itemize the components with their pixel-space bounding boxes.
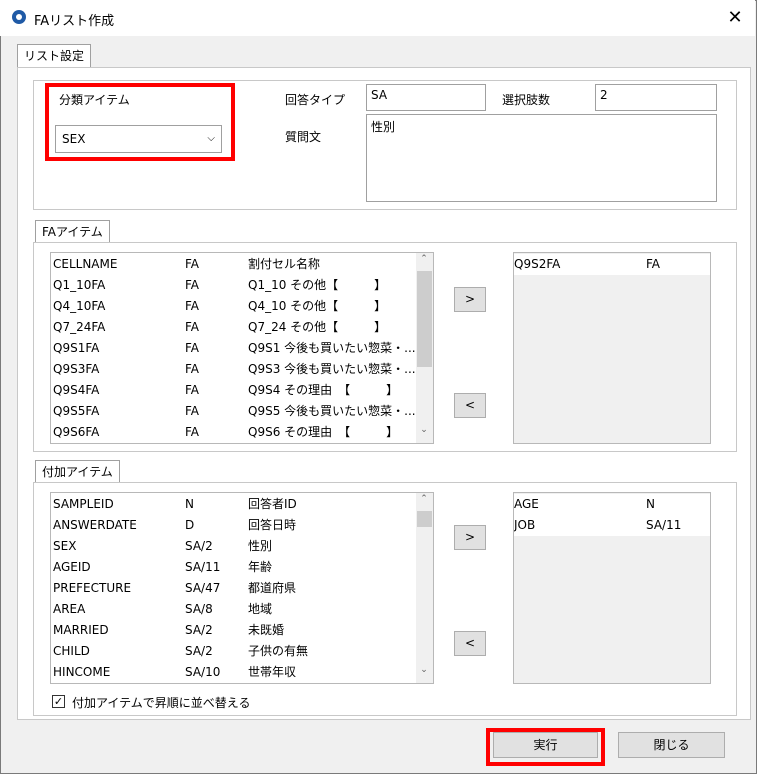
fa-list-scrollbar[interactable]: ⌃ ⌄ <box>416 253 433 443</box>
item-name: ANSWERDATE <box>53 518 137 532</box>
item-name: HINCOME <box>53 665 111 679</box>
fa-selected-list[interactable]: Q9S2FA FA <box>513 252 711 444</box>
item-name: Q9S2FA <box>514 257 561 271</box>
scroll-down-icon[interactable]: ⌄ <box>416 665 432 675</box>
item-description: 性別 <box>248 539 273 553</box>
item-description: Q4_10 その他【 】 <box>248 299 387 313</box>
item-description: Q1_10 その他【 】 <box>248 278 387 292</box>
item-description: Q9S4 その理由 【 】 <box>248 383 399 397</box>
answer-type-label: 回答タイプ <box>285 93 346 107</box>
item-type: FA <box>646 257 661 271</box>
scroll-up-icon[interactable]: ⌃ <box>416 494 432 504</box>
item-description: 未既婚 <box>248 623 285 637</box>
sort-checkbox[interactable]: ✓ <box>52 695 65 708</box>
item-description: 回答者ID <box>248 497 297 511</box>
item-type: FA <box>185 383 200 397</box>
item-type: FA <box>185 257 200 271</box>
item-name: SAMPLEID <box>53 497 114 511</box>
item-name: AGEID <box>53 560 91 574</box>
item-name: Q7_24FA <box>53 320 106 334</box>
question-label: 質問文 <box>285 130 322 144</box>
item-description: Q9S1 今後も買いたい惣菜・... <box>248 341 416 355</box>
app-icon <box>12 10 26 24</box>
item-description: Q9S5 今後も買いたい惣菜・... <box>248 404 416 418</box>
close-icon[interactable]: ✕ <box>722 6 748 30</box>
item-description: 割付セル名称 <box>248 257 321 271</box>
tab-list-settings[interactable]: リスト設定 <box>17 44 92 67</box>
list-item[interactable]: AGE N <box>514 494 710 515</box>
item-type: SA/11 <box>646 518 682 532</box>
additional-list-scrollbar[interactable]: ⌃ ⌄ <box>416 493 433 683</box>
item-type: SA/2 <box>185 539 213 553</box>
item-type: FA <box>185 320 200 334</box>
answer-type-field[interactable]: SA <box>366 84 486 111</box>
fa-item-list[interactable]: CELLNAME FA 割付セル名称 Q1_10FA FA Q1_10 その他【 】 Q4_… <box>50 252 434 444</box>
item-type: SA/11 <box>185 560 221 574</box>
choice-count-field[interactable]: 2 <box>595 84 717 111</box>
sort-checkbox-label: 付加アイテムで昇順に並べ替える <box>72 696 251 710</box>
item-name: Q9S5FA <box>53 404 100 418</box>
item-description: 地域 <box>248 602 273 616</box>
item-description: 回答日時 <box>248 518 297 532</box>
item-name: Q9S6FA <box>53 425 100 439</box>
item-type: FA <box>185 425 200 439</box>
additional-selected-list[interactable]: AGE N JOB SA/11 <box>513 492 711 684</box>
item-description: Q9S6 その理由 【 】 <box>248 425 399 439</box>
question-textarea[interactable]: 性別 <box>366 114 717 202</box>
tab-fa-items[interactable]: FAアイテム <box>35 220 110 243</box>
scroll-up-icon[interactable]: ⌃ <box>416 254 432 264</box>
highlight-box-run <box>486 728 605 766</box>
item-type: FA <box>185 278 200 292</box>
item-type: FA <box>185 362 200 376</box>
scroll-thumb[interactable] <box>417 511 432 527</box>
scroll-down-icon[interactable]: ⌄ <box>416 425 432 435</box>
item-name: CELLNAME <box>53 257 118 271</box>
item-description: 世帯年収 <box>248 665 297 679</box>
fa-move-left-button[interactable]: < <box>454 393 486 418</box>
scroll-thumb[interactable] <box>417 271 432 367</box>
additional-move-right-button[interactable]: > <box>454 525 486 550</box>
item-type: FA <box>185 299 200 313</box>
item-type: FA <box>185 341 200 355</box>
item-type: N <box>185 497 194 511</box>
item-name: AGE <box>514 497 539 511</box>
tab-additional-items[interactable]: 付加アイテム <box>35 460 120 483</box>
item-name: MARRIED <box>53 623 109 637</box>
window-title: FAリスト作成 <box>34 14 115 29</box>
choice-count-label: 選択肢数 <box>502 93 551 107</box>
item-description: Q9S3 今後も買いたい惣菜・... <box>248 362 416 376</box>
additional-item-list[interactable]: SAMPLEID N 回答者ID ANSWERDATE D 回答日時 SEX SA/2 性別 AG… <box>50 492 434 684</box>
item-type: D <box>185 518 195 532</box>
item-name: SEX <box>53 539 77 553</box>
item-type: N <box>646 497 655 511</box>
list-item[interactable]: JOB SA/11 <box>514 515 710 536</box>
list-item[interactable]: Q9S2FA FA <box>514 254 710 275</box>
item-name: CHILD <box>53 644 90 658</box>
item-type: FA <box>185 404 200 418</box>
item-name: Q1_10FA <box>53 278 106 292</box>
item-description: Q7_24 その他【 】 <box>248 320 387 334</box>
item-type: SA/2 <box>185 644 213 658</box>
item-name: JOB <box>514 518 536 532</box>
highlight-box-category <box>45 83 235 161</box>
item-name: Q9S3FA <box>53 362 100 376</box>
item-description: 都道府県 <box>248 581 297 595</box>
close-button[interactable]: 閉じる <box>618 732 725 758</box>
item-description: 年齢 <box>248 560 273 574</box>
item-type: SA/8 <box>185 602 213 616</box>
item-name: Q9S1FA <box>53 341 100 355</box>
item-name: AREA <box>53 602 86 616</box>
item-description: 子供の有無 <box>248 644 309 658</box>
item-type: SA/2 <box>185 623 213 637</box>
fa-move-right-button[interactable]: > <box>454 287 486 312</box>
item-type: SA/10 <box>185 665 221 679</box>
item-name: PREFECTURE <box>53 581 132 595</box>
item-name: Q4_10FA <box>53 299 106 313</box>
item-type: SA/47 <box>185 581 221 595</box>
item-name: Q9S4FA <box>53 383 100 397</box>
additional-move-left-button[interactable]: < <box>454 631 486 656</box>
